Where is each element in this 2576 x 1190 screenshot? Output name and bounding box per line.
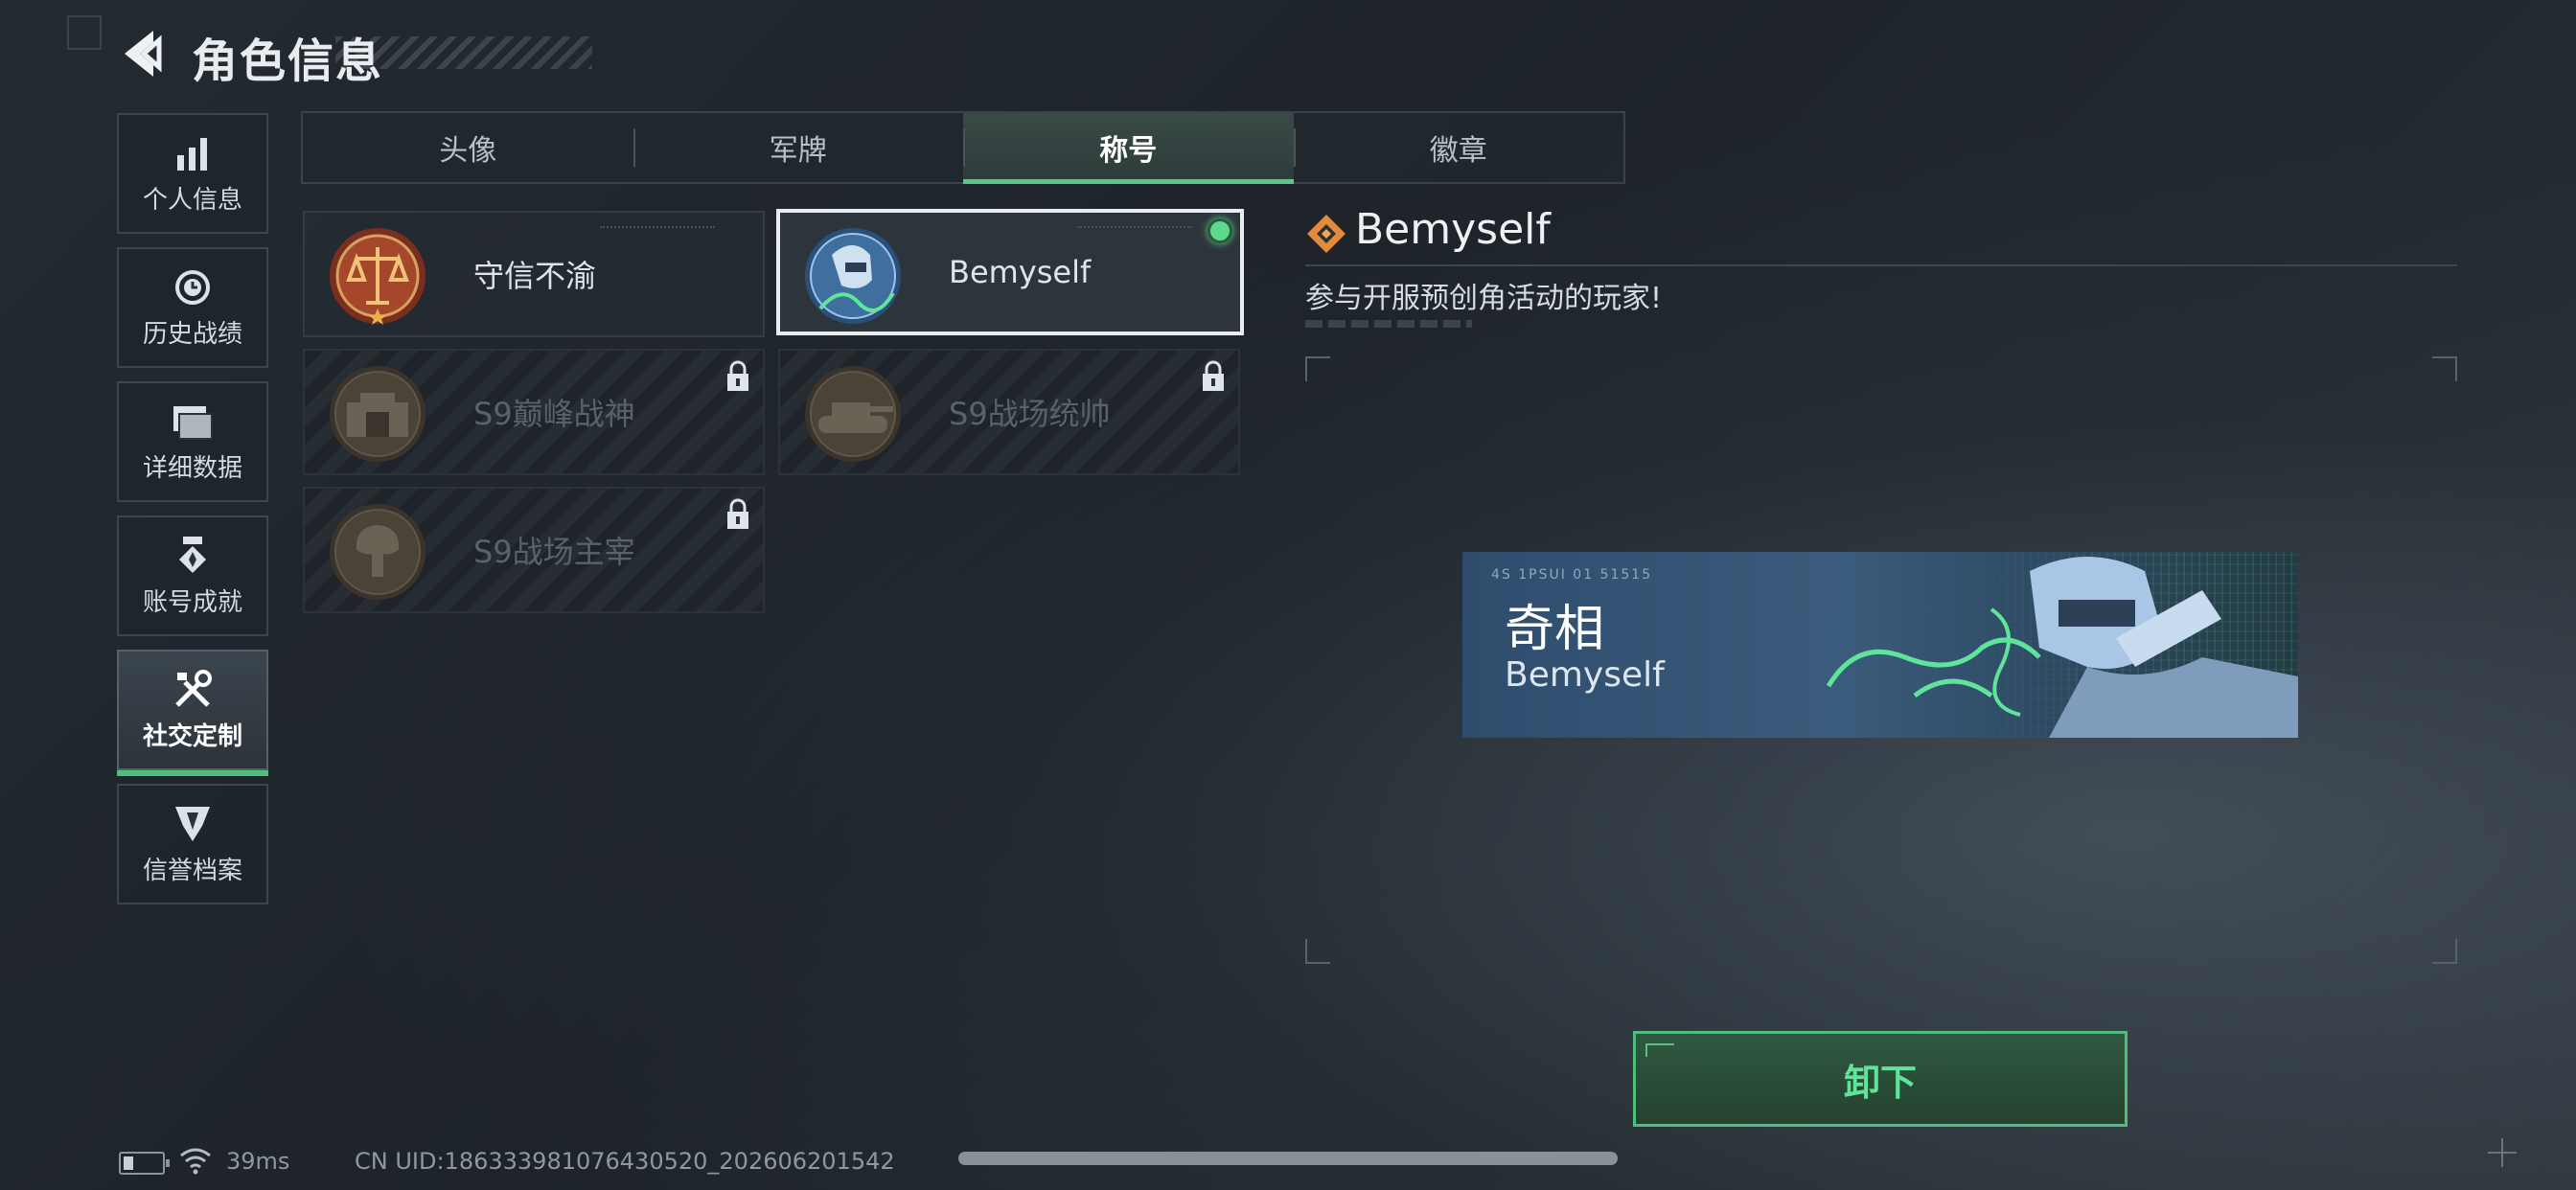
tab-avatar[interactable]: 头像 — [303, 113, 633, 182]
title-decoration — [335, 36, 592, 69]
back-arrow-icon[interactable] — [115, 27, 169, 80]
sidebar-item-personal-info[interactable]: 个人信息 — [117, 113, 268, 234]
card-decoration — [600, 226, 715, 232]
title-card-s9-dominator[interactable]: S9战场主宰 — [303, 487, 765, 613]
window-square-icon — [67, 15, 102, 50]
sidebar-item-reputation[interactable]: 信誉档案 — [117, 784, 268, 904]
ping-value: 39ms — [226, 1148, 290, 1175]
selected-title-description: 参与开服预创角活动的玩家! — [1305, 282, 1663, 315]
home-indicator-bar[interactable] — [958, 1152, 1618, 1165]
explosion-emblem-icon — [330, 504, 426, 600]
history-clock-icon — [172, 266, 214, 309]
tools-icon — [172, 669, 214, 711]
bar-chart-icon — [172, 132, 214, 174]
banner-code: 4S 1PSUI 01 51515 — [1491, 567, 1653, 583]
tab-title[interactable]: 称号 — [963, 113, 1294, 184]
title-diamond-icon — [1307, 215, 1346, 253]
title-banner-preview: 4S 1PSUI 01 51515 奇相 Bemyself — [1462, 552, 2298, 738]
selected-title-name: Bemyself — [1355, 205, 1551, 254]
title-card-bemyself[interactable]: Bemyself — [776, 209, 1244, 335]
banner-subtitle: Bemyself — [1505, 655, 1665, 695]
fortress-emblem-icon — [330, 366, 426, 462]
sidebar-item-history[interactable]: 历史战绩 — [117, 247, 268, 368]
category-tabs: 头像 军牌 称号 徽章 — [301, 111, 1625, 184]
soldier-artwork-icon — [1826, 557, 2298, 738]
sidebar-item-label: 个人信息 — [142, 185, 242, 215]
folder-icon — [172, 400, 214, 443]
card-decoration — [1077, 226, 1192, 232]
sidebar-item-label: 账号成就 — [142, 587, 242, 617]
sidebar-item-label: 信誉档案 — [142, 856, 242, 885]
medal-icon — [172, 535, 214, 577]
banner-title: 奇相 — [1505, 601, 1605, 658]
tank-emblem-icon — [805, 366, 901, 462]
sidebar-item-label: 社交定制 — [142, 721, 242, 751]
title-name: Bemyself — [949, 254, 1092, 290]
equipped-indicator-icon — [1208, 218, 1232, 243]
title-card-s9-peak[interactable]: S9巅峰战神 — [303, 349, 765, 475]
title-name: S9战场统帅 — [949, 396, 1111, 432]
unequip-button[interactable]: 卸下 — [1633, 1031, 2128, 1127]
sidebar-item-label: 详细数据 — [142, 453, 242, 483]
lock-icon — [727, 498, 748, 529]
title-card-shouxin[interactable]: 守信不渝 — [303, 211, 765, 337]
divider — [1305, 264, 2457, 266]
sidebar-item-details[interactable]: 详细数据 — [117, 381, 268, 502]
title-card-s9-commander[interactable]: S9战场统帅 — [778, 349, 1240, 475]
soldier-emblem-icon — [805, 228, 901, 324]
tab-badge[interactable]: 徽章 — [1293, 113, 1624, 182]
crosshair-icon — [2488, 1138, 2517, 1167]
title-name: S9巅峰战神 — [473, 396, 635, 432]
sidebar-item-achievements[interactable]: 账号成就 — [117, 515, 268, 636]
tab-dogtag[interactable]: 军牌 — [632, 113, 964, 182]
reputation-emblem-icon — [172, 803, 214, 845]
lock-icon — [727, 360, 748, 391]
sidebar-item-social-custom[interactable]: 社交定制 — [117, 650, 268, 776]
user-uid: CN UID:186333981076430520_202606201542 — [355, 1148, 895, 1175]
lock-icon — [1203, 360, 1224, 391]
scales-emblem-icon — [330, 228, 426, 325]
description-decoration — [1305, 320, 1472, 328]
battery-icon — [119, 1152, 170, 1175]
title-name: 守信不渝 — [473, 258, 597, 294]
title-name: S9战场主宰 — [473, 534, 635, 570]
wifi-icon — [180, 1148, 211, 1175]
sidebar-item-label: 历史战绩 — [142, 319, 242, 349]
